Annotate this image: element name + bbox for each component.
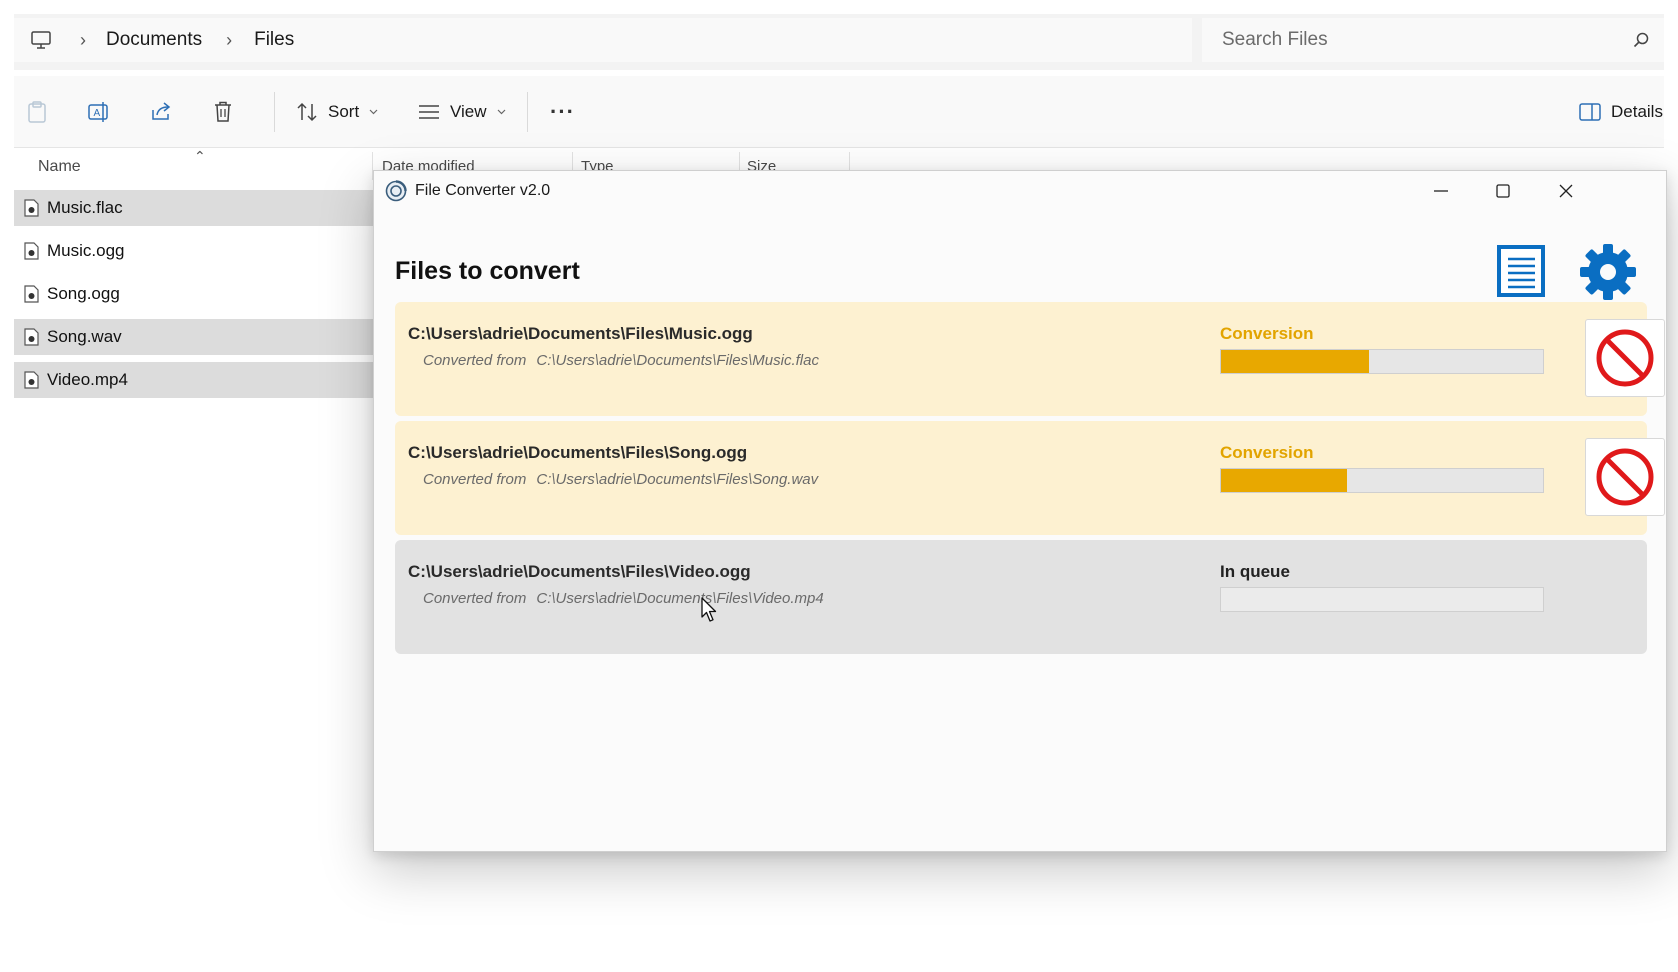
cancel-conversion-button[interactable]: [1585, 438, 1665, 516]
chevron-right-icon: ›: [226, 29, 233, 50]
maximize-button[interactable]: [1472, 171, 1534, 211]
file-name: Video.mp4: [47, 370, 128, 389]
converter-title-bar[interactable]: File Converter v2.0: [374, 171, 1666, 211]
search-box[interactable]: [1202, 18, 1664, 62]
chevron-right-icon: ›: [80, 29, 86, 50]
column-header-name[interactable]: Name: [38, 158, 81, 176]
close-button[interactable]: [1535, 171, 1597, 211]
source-info: Converted from C:\Users\adrie\Documents\F…: [423, 590, 824, 607]
details-pane-icon: [1579, 103, 1601, 121]
more-options-button[interactable]: ···: [550, 76, 575, 148]
output-path: C:\Users\adrie\Documents\Files\Song.ogg: [408, 443, 748, 462]
paste-icon: [28, 101, 46, 123]
cancel-icon: [1596, 448, 1654, 506]
file-row[interactable]: Music.ogg: [14, 233, 374, 269]
source-path: C:\Users\adrie\Documents\Files\Video.mp4: [536, 590, 824, 607]
trash-icon: [215, 101, 231, 122]
toolbar-divider: [527, 92, 528, 132]
maximize-icon: [1496, 184, 1510, 198]
progress-bar: [1220, 587, 1544, 612]
progress-fill: [1221, 350, 1370, 373]
source-info: Converted from C:\Users\adrie\Documents\F…: [423, 471, 818, 488]
file-converter-app-icon: [385, 180, 407, 202]
details-label: Details: [1611, 102, 1663, 121]
converted-from-label: Converted from: [423, 352, 527, 369]
output-path: C:\Users\adrie\Documents\Files\Music.ogg: [408, 324, 753, 343]
mouse-cursor-icon: [701, 597, 717, 622]
conversion-job-card: C:\Users\adrie\Documents\Files\Song.ogg …: [395, 421, 1665, 535]
cancel-conversion-button[interactable]: [1585, 319, 1665, 397]
file-row[interactable]: Music.flac: [14, 190, 374, 226]
job-status: Conversion: [1220, 324, 1314, 343]
video-file-icon: [24, 371, 39, 389]
audio-file-icon: [24, 328, 39, 346]
conversion-list-icon[interactable]: [1496, 245, 1546, 297]
conversion-job-card: C:\Users\adrie\Documents\Files\Music.ogg…: [395, 302, 1665, 416]
minimize-icon: [1434, 190, 1448, 192]
sort-ascending-icon: ⌃: [194, 148, 206, 164]
view-button[interactable]: View: [418, 76, 506, 148]
close-icon: [1559, 184, 1573, 198]
file-name: Song.ogg: [47, 284, 120, 303]
toolbar-divider: [274, 92, 275, 132]
source-path: C:\Users\adrie\Documents\Files\Music.fla…: [536, 352, 819, 369]
view-list-icon: [419, 105, 439, 119]
share-icon: [152, 102, 171, 120]
progress-bar: [1220, 468, 1544, 493]
settings-gear-icon[interactable]: [1577, 241, 1639, 303]
window-title: File Converter v2.0: [415, 182, 551, 199]
source-info: Converted from C:\Users\adrie\Documents\F…: [423, 352, 819, 369]
file-row[interactable]: Video.mp4: [14, 362, 374, 398]
progress-bar: [1220, 349, 1544, 374]
command-bar: A Sort View ··· Details: [14, 76, 1664, 148]
view-label: View: [450, 102, 487, 121]
file-converter-window: File Converter v2.0 Files to convert C:\…: [373, 170, 1667, 852]
conversion-job-card: C:\Users\adrie\Documents\Files\Video.ogg…: [395, 540, 1647, 654]
file-row[interactable]: Song.ogg: [14, 276, 374, 312]
chevron-down-icon: [369, 109, 378, 115]
delete-button[interactable]: [212, 76, 234, 148]
rename-button[interactable]: A: [87, 76, 111, 148]
sort-button[interactable]: Sort: [296, 76, 378, 148]
sort-icon: [297, 102, 317, 122]
svg-text:A: A: [94, 108, 101, 119]
converted-from-label: Converted from: [423, 590, 527, 607]
file-name: Music.flac: [47, 198, 123, 217]
share-button[interactable]: [149, 76, 173, 148]
file-name: Music.ogg: [47, 241, 125, 260]
file-name: Song.wav: [47, 327, 122, 346]
output-path: C:\Users\adrie\Documents\Files\Video.ogg: [408, 562, 751, 581]
more-options-icon: ···: [550, 99, 575, 124]
cancel-icon: [1596, 329, 1654, 387]
breadcrumb-files[interactable]: Files: [254, 29, 294, 51]
job-status: In queue: [1220, 562, 1290, 581]
address-bar[interactable]: › Documents › Files: [14, 18, 1192, 62]
job-status: Conversion: [1220, 443, 1314, 462]
search-input[interactable]: [1222, 29, 1622, 51]
audio-file-icon: [24, 199, 39, 217]
progress-fill: [1221, 469, 1347, 492]
files-to-convert-heading: Files to convert: [395, 257, 580, 285]
this-pc-icon[interactable]: [30, 29, 52, 51]
breadcrumb-documents[interactable]: Documents: [106, 29, 202, 51]
source-path: C:\Users\adrie\Documents\Files\Song.wav: [536, 471, 819, 488]
file-row[interactable]: Song.wav: [14, 319, 374, 355]
audio-file-icon: [24, 242, 39, 260]
paste-button[interactable]: [26, 76, 48, 148]
details-pane-button[interactable]: Details: [1579, 76, 1663, 148]
converted-from-label: Converted from: [423, 471, 527, 488]
audio-file-icon: [24, 285, 39, 303]
chevron-down-icon: [497, 109, 505, 115]
sort-label: Sort: [328, 102, 360, 121]
file-list: Music.flac Music.ogg Song.ogg Song.wav V…: [14, 190, 374, 405]
rename-icon: A: [88, 102, 108, 122]
search-icon[interactable]: [1632, 31, 1650, 49]
minimize-button[interactable]: [1410, 171, 1472, 211]
